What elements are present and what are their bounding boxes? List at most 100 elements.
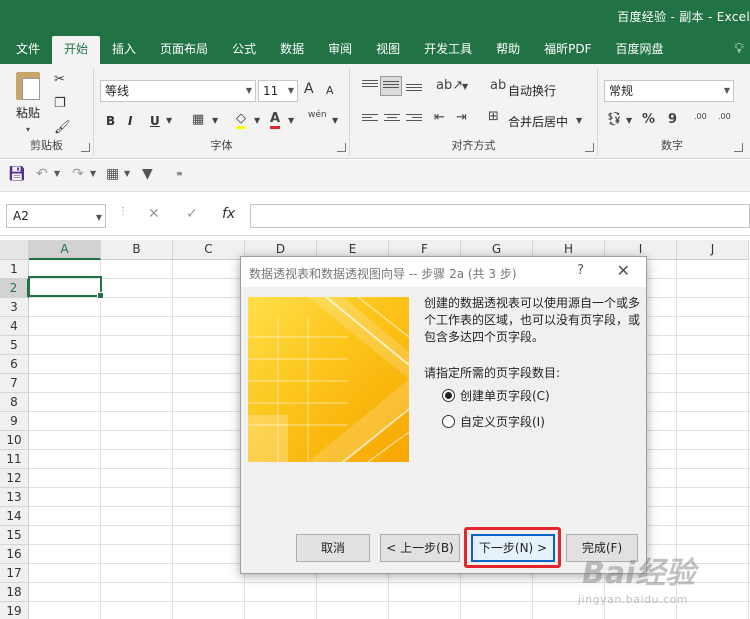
undo-icon[interactable]: ↶ xyxy=(36,166,48,182)
row-header[interactable]: 7 xyxy=(0,374,29,393)
radio-custom-page-fields[interactable]: 自定义页字段(I) xyxy=(442,413,545,430)
tab-foxit-pdf[interactable]: 福昕PDF xyxy=(532,36,603,64)
dialog-launcher-icon[interactable] xyxy=(734,143,743,152)
active-cell[interactable] xyxy=(28,276,104,299)
decrease-indent-icon[interactable]: ⇤ xyxy=(434,110,445,125)
row-header[interactable]: 18 xyxy=(0,583,29,602)
underline-button[interactable]: U xyxy=(150,114,160,128)
increase-decimal-button[interactable]: .00 xyxy=(694,112,707,121)
chevron-down-icon[interactable]: ▼ xyxy=(288,116,294,125)
row-header[interactable]: 13 xyxy=(0,488,29,507)
column-header[interactable]: C xyxy=(173,240,245,260)
select-all-corner[interactable] xyxy=(0,240,29,260)
chevron-down-icon[interactable]: ▼ xyxy=(576,116,582,125)
font-name-select[interactable]: 等线 ▼ xyxy=(100,80,256,102)
row-header[interactable]: 17 xyxy=(0,564,29,583)
wrap-text-icon[interactable]: ab xyxy=(490,78,506,93)
number-format-select[interactable]: 常规 ▼ xyxy=(604,80,734,102)
lightbulb-icon[interactable]: 💡︎ xyxy=(734,36,744,64)
radio-single-page-field[interactable]: 创建单页字段(C) xyxy=(442,387,550,404)
row-header[interactable]: 10 xyxy=(0,431,29,450)
bold-button[interactable]: B xyxy=(106,114,115,128)
column-header[interactable]: A xyxy=(29,240,101,260)
dialog-launcher-icon[interactable] xyxy=(81,143,90,152)
row-header[interactable]: 3 xyxy=(0,298,29,317)
close-button[interactable]: ✕ xyxy=(617,261,630,280)
row-header[interactable]: 9 xyxy=(0,412,29,431)
row-header[interactable]: 19 xyxy=(0,602,29,619)
merge-center-button[interactable]: 合并后居中 xyxy=(508,113,568,130)
italic-button[interactable]: I xyxy=(128,114,132,128)
tab-developer[interactable]: 开发工具 xyxy=(412,36,484,64)
tab-help[interactable]: 帮助 xyxy=(484,36,532,64)
tab-formulas[interactable]: 公式 xyxy=(220,36,268,64)
paste-button[interactable]: 粘贴 ▾ xyxy=(8,72,48,136)
row-header[interactable]: 2 xyxy=(0,279,29,298)
chevron-down-icon[interactable]: ▼ xyxy=(254,116,260,125)
customize-toolbar-icon[interactable]: ≡ xyxy=(176,169,183,178)
column-header[interactable]: B xyxy=(101,240,173,260)
tab-file[interactable]: 文件 xyxy=(4,36,52,64)
cut-icon[interactable]: ✂ xyxy=(54,72,65,87)
chevron-down-icon[interactable]: ▼ xyxy=(90,169,96,178)
border-icon[interactable]: ▦ xyxy=(192,112,204,127)
cancel-button[interactable]: 取消 xyxy=(296,534,370,562)
accounting-format-icon[interactable]: 💱︎ xyxy=(606,112,623,127)
formula-input[interactable] xyxy=(250,204,750,228)
orientation-icon[interactable]: ab↗ xyxy=(436,78,463,93)
grow-font-button[interactable]: A xyxy=(304,81,314,97)
name-box[interactable]: A2 ▼ xyxy=(6,204,106,228)
merge-center-icon[interactable]: ⊞ xyxy=(488,109,499,124)
cancel-icon[interactable]: ✕ xyxy=(148,206,160,222)
row-header[interactable]: 16 xyxy=(0,545,29,564)
increase-indent-icon[interactable]: ⇥ xyxy=(456,110,467,125)
wrap-text-button[interactable]: 自动换行 xyxy=(508,82,556,99)
radio-indicator[interactable] xyxy=(442,415,455,428)
chevron-down-icon[interactable]: ▼ xyxy=(54,169,60,178)
dialog-launcher-icon[interactable] xyxy=(585,143,594,152)
align-top-icon[interactable] xyxy=(362,80,378,92)
align-left-icon[interactable] xyxy=(362,114,378,126)
comma-style-button[interactable]: 9 xyxy=(668,112,677,127)
phonetic-guide-icon[interactable]: wén xyxy=(308,110,327,120)
font-color-icon[interactable]: A xyxy=(270,111,281,129)
tab-page-layout[interactable]: 页面布局 xyxy=(148,36,220,64)
chevron-down-icon[interactable]: ▼ xyxy=(212,116,218,125)
save-icon[interactable]: 💾︎ xyxy=(8,166,26,182)
back-button[interactable]: < 上一步(B) xyxy=(380,534,460,562)
tab-view[interactable]: 视图 xyxy=(364,36,412,64)
align-bottom-icon[interactable] xyxy=(406,84,422,96)
chevron-down-icon[interactable]: ▼ xyxy=(462,82,468,91)
tab-review[interactable]: 审阅 xyxy=(316,36,364,64)
tab-data[interactable]: 数据 xyxy=(268,36,316,64)
dialog-launcher-icon[interactable] xyxy=(337,143,346,152)
pivot-wizard-icon[interactable]: ▦ xyxy=(106,166,119,182)
chevron-down-icon[interactable]: ▼ xyxy=(166,116,172,125)
align-right-icon[interactable] xyxy=(406,114,422,126)
font-size-select[interactable]: 11 ▼ xyxy=(258,80,298,102)
row-header[interactable]: 14 xyxy=(0,507,29,526)
align-center-icon[interactable] xyxy=(384,114,400,126)
row-header[interactable]: 15 xyxy=(0,526,29,545)
row-header[interactable]: 6 xyxy=(0,355,29,374)
row-header[interactable]: 11 xyxy=(0,450,29,469)
percent-style-button[interactable]: % xyxy=(642,112,655,127)
tab-insert[interactable]: 插入 xyxy=(100,36,148,64)
insert-function-icon[interactable]: fx xyxy=(222,206,235,222)
enter-icon[interactable]: ✓ xyxy=(186,206,198,222)
help-button[interactable]: ? xyxy=(577,263,584,278)
radio-indicator[interactable] xyxy=(442,389,455,402)
row-header[interactable]: 5 xyxy=(0,336,29,355)
chevron-down-icon[interactable]: ▼ xyxy=(626,116,632,125)
tab-baidu-netdisk[interactable]: 百度网盘 xyxy=(604,36,676,64)
chevron-down-icon[interactable]: ▼ xyxy=(332,116,338,125)
chevron-down-icon[interactable]: ▼ xyxy=(124,169,130,178)
align-middle-icon[interactable] xyxy=(383,81,399,93)
shrink-font-button[interactable]: A xyxy=(326,84,334,97)
redo-icon[interactable]: ↷ xyxy=(72,166,84,182)
fill-color-icon[interactable]: ◇ xyxy=(236,111,246,129)
copy-icon[interactable]: ❐ xyxy=(54,96,66,111)
format-painter-icon[interactable]: 🖌︎ xyxy=(54,120,71,135)
column-header[interactable]: J xyxy=(677,240,749,260)
decrease-decimal-button[interactable]: .00 xyxy=(718,112,731,121)
